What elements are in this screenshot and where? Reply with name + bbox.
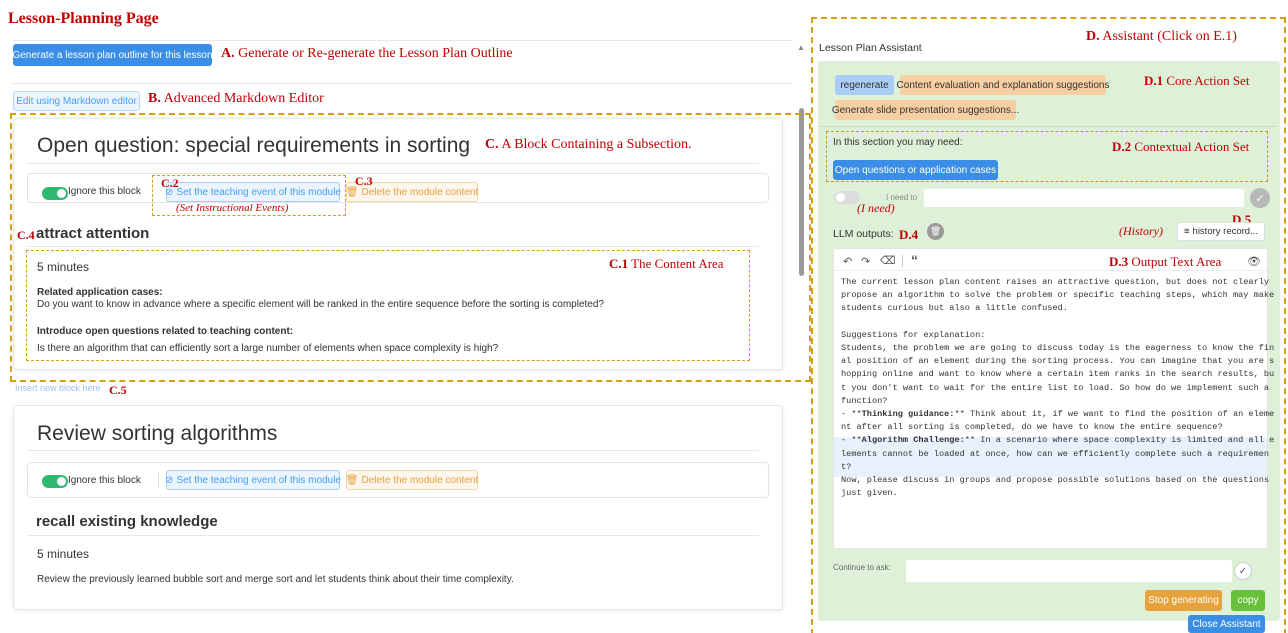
page-title: Lesson-Planning Page xyxy=(8,10,159,27)
open-questions-button[interactable]: Open questions or application cases xyxy=(833,160,998,180)
output-line: Students, the problem we are going to di… xyxy=(841,343,1275,354)
trash-icon[interactable]: 🗑 xyxy=(927,223,944,240)
quote-icon[interactable]: “ xyxy=(911,252,918,268)
output-line: students curious but also a little confu… xyxy=(841,303,1068,314)
eye-icon[interactable]: 👁 xyxy=(1247,255,1261,268)
divider xyxy=(819,126,1277,127)
list-icon: ≡ xyxy=(1183,226,1190,237)
check-icon[interactable]: ✓ xyxy=(1250,188,1270,208)
llm-outputs-label: LLM outputs: xyxy=(833,228,894,240)
event-title: recall existing knowledge xyxy=(36,513,218,530)
annotation-b: B. Advanced Markdown Editor xyxy=(148,91,324,106)
divider xyxy=(902,255,903,267)
output-line: t you don't want to wait for the entire … xyxy=(841,382,1270,393)
copy-button[interactable]: copy xyxy=(1231,590,1265,611)
insert-new-block-link[interactable]: Insert new block here xyxy=(15,383,101,393)
duration: 5 minutes xyxy=(37,547,90,561)
undo-icon[interactable]: ↶ xyxy=(843,255,852,268)
slide-suggestions-button[interactable]: Generate slide presentation suggestions.… xyxy=(832,100,1019,120)
eraser-icon[interactable]: ⌫ xyxy=(880,254,896,267)
markdown-editor-button[interactable]: Edit using Markdown editor xyxy=(13,91,140,111)
annotation-d4: D.4 xyxy=(899,227,919,242)
check-circle-icon: ⊘ xyxy=(165,474,174,486)
output-line: - **Algorithm Challenge:** In a scenario… xyxy=(841,435,1275,446)
output-line: hopping online and want to know where a … xyxy=(841,369,1275,380)
content-evaluation-button[interactable]: Content evaluation and explanation sugge… xyxy=(897,75,1109,95)
output-line: Now, please discuss in groups and propos… xyxy=(841,475,1270,486)
context-label: In this section you may need: xyxy=(833,137,963,148)
ignore-block-toggle[interactable] xyxy=(42,475,68,488)
annotation-a: A. Generate or Re-generate the Lesson Pl… xyxy=(221,46,513,61)
output-line: - **Thinking guidance:** Think about it,… xyxy=(841,409,1275,420)
annotation-d: D. Assistant (Click on E.1) xyxy=(1086,29,1237,44)
output-line: lements cannot be loaded at once, how ca… xyxy=(841,448,1270,459)
output-line: function? xyxy=(841,395,888,406)
redo-icon[interactable]: ↷ xyxy=(861,255,870,268)
divider xyxy=(158,472,159,488)
divider xyxy=(27,450,759,451)
block-title: Review sorting algorithms xyxy=(37,422,278,445)
divider xyxy=(12,83,792,84)
output-line: just given. xyxy=(841,488,898,499)
annotation-d1: D.1 Core Action Set xyxy=(1144,73,1250,88)
output-line: t? xyxy=(841,461,852,472)
section-text: Review the previously learned bubble sor… xyxy=(37,574,514,585)
generate-outline-button[interactable]: Generate a lesson plan outline for this … xyxy=(12,44,213,66)
output-line: al position of an element during the sor… xyxy=(841,356,1275,367)
annotation-c5: C.5 xyxy=(109,383,127,397)
output-line: nt after all sorting is completed, do we… xyxy=(841,422,1223,433)
assistant-title: Lesson Plan Assistant xyxy=(819,42,922,54)
divider xyxy=(834,270,1267,271)
annotation-d2: D.2 Contextual Action Set xyxy=(1112,139,1250,154)
annotation-c-box xyxy=(10,113,811,382)
stop-generating-button[interactable]: Stop generating xyxy=(1145,590,1222,611)
trash-icon: 🗑 xyxy=(345,474,359,486)
set-teaching-event-button[interactable]: ⊘ Set the teaching event of this module xyxy=(165,470,341,490)
history-record-button[interactable]: ≡ history record... xyxy=(1177,222,1265,241)
regenerate-button[interactable]: regenerate xyxy=(835,75,894,95)
output-line: Suggestions for explanation: xyxy=(841,329,986,340)
i-need-input[interactable] xyxy=(924,189,1244,207)
output-line: propose an algorithm to solve the proble… xyxy=(841,290,1275,301)
annotation-history: (History) xyxy=(1119,224,1163,238)
send-icon[interactable]: ✓ xyxy=(1234,562,1252,580)
ignore-block-label: Ignore this block xyxy=(68,475,141,486)
annotation-d3: D.3 Output Text Area xyxy=(1109,254,1222,269)
continue-label: Continue to ask: xyxy=(833,563,891,572)
close-assistant-button[interactable]: Close Assistant xyxy=(1188,615,1265,633)
annotation-i-need: (I need) xyxy=(857,201,895,215)
output-text: The current lesson plan content raises a… xyxy=(841,276,1274,500)
continue-ask-input[interactable] xyxy=(906,560,1232,582)
output-line: The current lesson plan content raises a… xyxy=(841,277,1270,287)
delete-module-button[interactable]: 🗑 Delete the module content xyxy=(346,470,478,490)
scroll-up-icon[interactable]: ▲ xyxy=(797,43,805,52)
divider xyxy=(12,40,792,41)
divider xyxy=(27,535,759,536)
